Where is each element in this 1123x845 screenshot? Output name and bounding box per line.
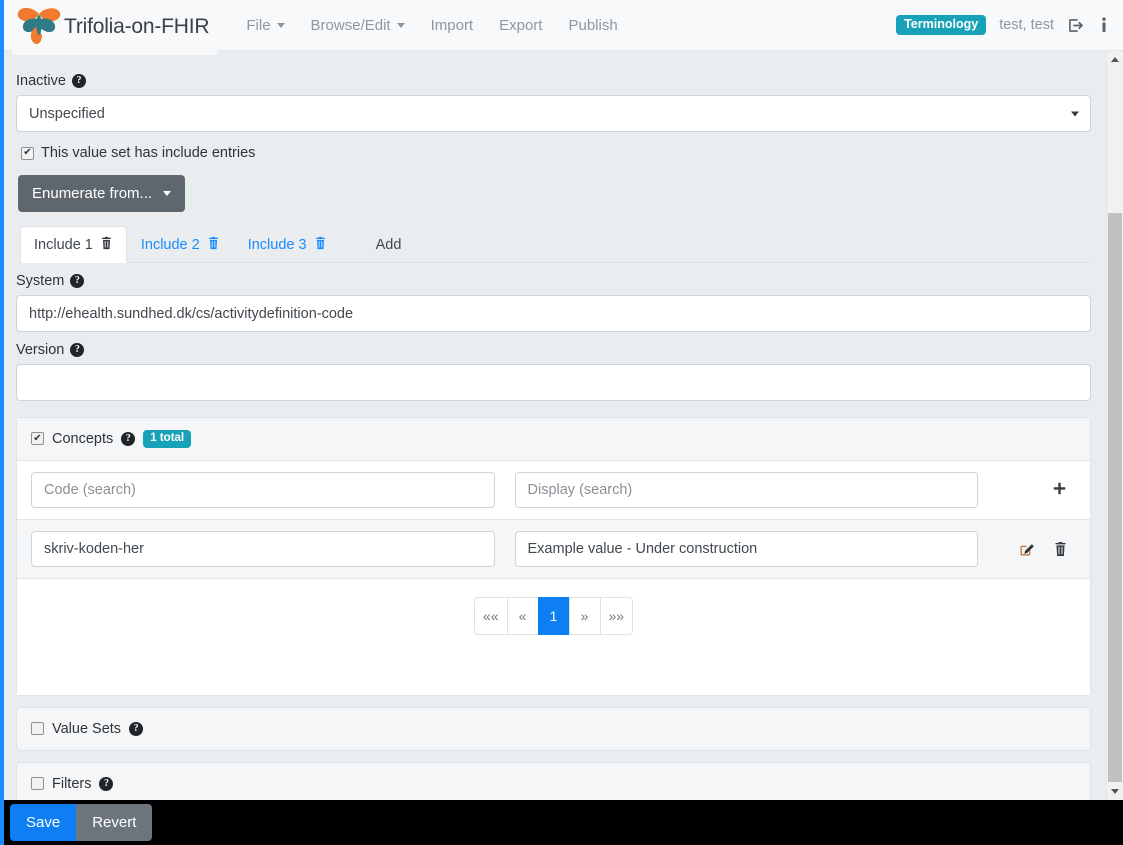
revert-button[interactable]: Revert [76,804,152,841]
chevron-down-icon [1071,111,1079,116]
concepts-checkbox[interactable] [31,432,44,445]
help-icon[interactable]: ? [99,777,113,791]
trash-icon[interactable] [100,236,113,254]
help-icon[interactable]: ? [70,343,84,357]
concepts-pagination-area: «« « 1 » »» [17,579,1090,695]
vertical-scrollbar[interactable] [1106,51,1123,800]
scrollbar-thumb[interactable] [1108,213,1122,782]
value-sets-panel[interactable]: Value Sets ? [16,707,1091,751]
concepts-card: Concepts ? 1 total Code (search) Display… [16,417,1091,696]
pagination-first[interactable]: «« [474,597,507,635]
system-label-text: System [16,273,64,289]
inactive-select[interactable]: Unspecified [16,95,1091,132]
chevron-down-icon [397,23,405,28]
nav-item-publish[interactable]: Publish [555,11,630,40]
brand-title: Trifolia-on-FHIR [64,15,209,39]
tab-include-3[interactable]: Include 3 [234,226,341,263]
code-search-input[interactable]: Code (search) [31,472,495,508]
nav-item-browse-edit[interactable]: Browse/Edit [298,11,418,40]
tab-include-2-label: Include 2 [141,237,200,253]
nav-item-import[interactable]: Import [418,11,487,40]
trash-icon[interactable] [314,236,327,254]
pagination: «« « 1 » »» [474,597,633,635]
filters-checkbox[interactable] [31,777,44,790]
tab-include-1-label: Include 1 [34,237,93,253]
action-footer-bar: Save Revert [4,800,1123,845]
help-icon[interactable]: ? [121,432,135,446]
search-row-actions [998,481,1076,498]
trifolia-butterfly-logo [16,5,62,49]
nav-item-publish-label: Publish [568,17,617,34]
display-search-input[interactable]: Display (search) [515,472,979,508]
filters-label: Filters [52,776,91,792]
current-user-label: test, test [999,17,1054,33]
tab-include-3-label: Include 3 [248,237,307,253]
nav-item-file[interactable]: File [233,11,297,40]
nav-item-import-label: Import [431,17,474,34]
value-sets-checkbox[interactable] [31,722,44,735]
version-input[interactable] [16,364,1091,401]
concept-display-input[interactable]: Example value - Under construction [515,531,979,567]
application-window: ActivityDefinitionCode http://ehealth.su… [0,0,1123,845]
pagination-previous[interactable]: « [507,597,538,635]
concept-code-input[interactable]: skriv-koden-her [31,531,495,567]
version-label-text: Version [16,342,64,358]
value-sets-label: Value Sets [52,721,121,737]
trash-icon[interactable] [207,236,220,254]
concepts-total-badge: 1 total [143,430,191,448]
include-entries-checkbox[interactable] [21,147,34,160]
terminology-badge: Terminology [896,15,986,35]
inactive-select-wrapper: Unspecified [16,95,1091,132]
add-include-tab-button[interactable]: Add [363,228,415,262]
concepts-card-header: Concepts ? 1 total [17,418,1090,461]
pagination-last[interactable]: »» [600,597,634,635]
help-icon[interactable]: ? [70,274,84,288]
save-button[interactable]: Save [10,804,76,841]
concepts-search-row: Code (search) Display (search) [17,461,1090,520]
chevron-down-icon [277,23,285,28]
info-icon[interactable] [1097,17,1111,34]
enumerate-from-label: Enumerate from... [32,185,152,202]
system-field-label: System ? [16,273,1091,289]
nav-item-browse-edit-label: Browse/Edit [311,17,391,34]
tab-include-2[interactable]: Include 2 [127,226,234,263]
chevron-down-icon [163,191,171,196]
enumerate-from-button[interactable]: Enumerate from... [18,175,185,212]
inactive-label-text: Inactive [16,73,66,89]
value-set-editor-body: Inactive ? Unspecified This value set ha… [4,51,1106,800]
tab-include-1[interactable]: Include 1 [20,226,127,263]
concept-row-actions [998,541,1076,557]
include-entries-checkbox-row[interactable]: This value set has include entries [21,145,1091,161]
table-row: skriv-koden-her Example value - Under co… [17,520,1090,579]
nav-item-export[interactable]: Export [486,11,555,40]
filters-panel[interactable]: Filters ? [16,762,1091,801]
help-icon[interactable]: ? [129,722,143,736]
include-entries-label: This value set has include entries [41,145,255,161]
navbar-right-section: Terminology test, test [896,15,1111,35]
nav-item-file-label: File [246,17,270,34]
include-tabs: Include 1 Include 2 Incl [18,226,1091,263]
version-field-label: Version ? [16,342,1091,358]
edit-icon[interactable] [1019,541,1035,557]
scroll-down-arrow-icon[interactable] [1107,783,1123,800]
plus-icon[interactable] [1051,481,1068,498]
navigation-links: File Browse/Edit Import Export Publish [233,11,630,40]
help-icon[interactable]: ? [72,74,86,88]
pagination-page-1[interactable]: 1 [538,597,569,635]
scroll-up-arrow-icon[interactable] [1107,51,1123,68]
logout-icon[interactable] [1067,17,1084,34]
trash-icon[interactable] [1053,541,1068,557]
top-navigation-bar: ActivityDefinitionCode http://ehealth.su… [4,0,1123,51]
pagination-next[interactable]: » [569,597,600,635]
nav-item-export-label: Export [499,17,542,34]
brand-area[interactable]: Trifolia-on-FHIR [12,0,217,55]
inactive-field-label: Inactive ? [16,73,1091,89]
concepts-title: Concepts [52,431,113,447]
system-input[interactable]: http://ehealth.sundhed.dk/cs/activitydef… [16,295,1091,332]
